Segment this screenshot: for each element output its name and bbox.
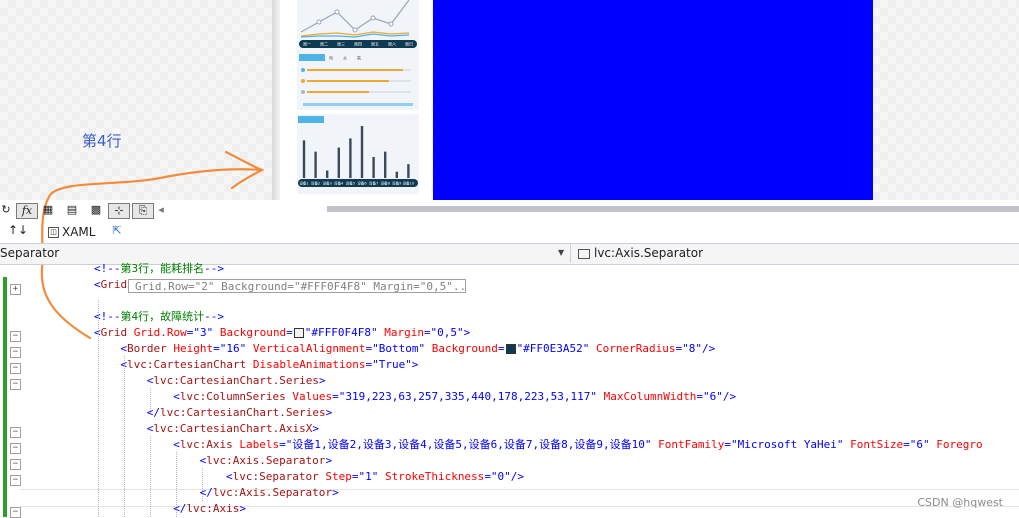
fold-toggle[interactable]: − — [10, 459, 21, 470]
code-line[interactable]: <lvc:CartesianChart.Series> — [147, 373, 326, 389]
code-token: Step — [318, 470, 352, 483]
code-token: Grid — [100, 326, 128, 339]
code-token: lvc:CartesianChart.Series — [153, 374, 319, 387]
code-token: < — [94, 278, 101, 291]
code-token: FontSize — [843, 438, 904, 451]
code-token: Height — [166, 342, 214, 355]
fold-toggle[interactable]: − — [10, 331, 21, 342]
code-token: > — [319, 374, 326, 387]
code-token: = — [497, 342, 505, 355]
code-token: lvc:CartesianChart.Series — [160, 406, 326, 419]
code-token: > — [325, 454, 333, 467]
code-token: 第4行，故障统计 — [120, 310, 205, 323]
code-token: ="设备1,设备2,设备3,设备4,设备5,设备6,设备7,设备8,设备9,设备… — [279, 438, 652, 451]
code-token: lvc:CartesianChart — [127, 358, 247, 371]
code-token: ="1" — [351, 470, 379, 483]
color-swatch — [293, 328, 304, 338]
code-token: > — [239, 502, 247, 515]
fold-toggle[interactable]: − — [10, 427, 21, 438]
code-token: DisableAnimations — [246, 358, 366, 371]
code-token: ="0"/> — [484, 470, 525, 483]
code-token: </ — [146, 406, 161, 419]
code-token: < — [173, 438, 180, 451]
code-token: > — [325, 406, 333, 419]
code-token: --> — [204, 310, 224, 323]
code-token: lvc:Axis.Separator — [212, 486, 333, 499]
indent-guide — [150, 436, 151, 517]
code-token: Background — [213, 326, 287, 339]
code-token: ="16" — [213, 342, 247, 355]
code-token: MaxColumnWidth — [597, 390, 697, 403]
indent-guide — [124, 356, 125, 517]
code-token: ="3" — [186, 326, 214, 339]
fold-toggle[interactable]: + — [10, 284, 21, 295]
code-token: Grid.Row — [127, 326, 187, 339]
code-token: < — [173, 390, 180, 403]
code-line[interactable]: <lvc:Axis Labels="设备1,设备2,设备3,设备4,设备5,设备… — [173, 437, 982, 453]
indent-guide — [98, 300, 99, 517]
code-token: lvc:Axis — [186, 502, 240, 515]
code-token: = — [286, 326, 293, 339]
code-token: Margin — [377, 326, 424, 339]
code-line[interactable]: <lvc:CartesianChart DisableAnimations="T… — [120, 357, 418, 373]
code-token: Labels — [232, 438, 280, 451]
code-line[interactable]: <lvc:Separator Step="1" StrokeThickness=… — [226, 469, 524, 485]
code-token: < — [226, 470, 233, 483]
code-line[interactable]: <lvc:Axis.Separator> — [200, 453, 332, 469]
code-token: StrokeThickness — [378, 470, 485, 483]
code-line[interactable]: <Grid — [94, 277, 127, 293]
code-token: <!-- — [94, 262, 121, 275]
watermark: CSDN @hqwest — [917, 496, 1003, 509]
code-line[interactable]: </lvc:Axis.Separator> — [200, 485, 339, 501]
code-token: Background — [425, 342, 498, 355]
code-token: lvc:Separator — [232, 470, 319, 483]
code-token: "#FF0E3A52" — [516, 342, 590, 355]
code-token: "#FFF0F4F8" — [304, 326, 378, 339]
code-token: VerticalAlignment — [246, 342, 366, 355]
code-token: ="Microsoft YaHei" — [724, 438, 844, 451]
fold-toggle[interactable]: − — [10, 363, 21, 374]
code-line[interactable]: <Grid Grid.Row="3" Background= "#FFF0F4F8… — [94, 325, 470, 341]
code-token: 第3行，能耗排名 — [120, 262, 205, 275]
code-token: --> — [204, 262, 224, 275]
code-token: ="6" — [903, 438, 930, 451]
code-token: ="True"> — [365, 358, 419, 371]
code-token: ="8"/> — [675, 342, 716, 355]
code-token: Grid — [100, 278, 128, 291]
code-token: lvc:ColumnSeries — [179, 390, 286, 403]
fold-toggle[interactable]: − — [10, 443, 21, 454]
code-token: Values — [285, 390, 333, 403]
code-token: CornerRadius — [589, 342, 676, 355]
code-token: ="6"/> — [696, 390, 737, 403]
code-token: lvc:Axis.Separator — [206, 454, 326, 467]
fold-toggle[interactable]: − — [10, 507, 21, 518]
code-token: ="Bottom" — [365, 342, 426, 355]
code-line[interactable]: </lvc:CartesianChart.Series> — [147, 405, 332, 421]
code-token: lvc:CartesianChart.AxisX — [153, 422, 313, 435]
code-token: > — [312, 422, 319, 435]
indent-guide — [202, 468, 203, 501]
code-line[interactable]: <!--第4行，故障统计--> — [94, 309, 224, 325]
code-line[interactable]: <Border Height="16" VerticalAlignment="B… — [120, 341, 715, 357]
indent-guide — [176, 452, 177, 517]
code-line[interactable]: <lvc:CartesianChart.AxisX> — [147, 421, 319, 437]
code-token: ="0,5"> — [423, 326, 471, 339]
code-token: > — [332, 486, 339, 499]
code-line[interactable]: </lvc:Axis> — [173, 501, 246, 517]
fold-toggle[interactable]: − — [10, 379, 21, 390]
code-token: FontFamily — [651, 438, 725, 451]
indent-guide — [150, 388, 151, 413]
code-token: lvc:Axis — [179, 438, 233, 451]
code-line[interactable]: <lvc:ColumnSeries Values="319,223,63,257… — [173, 389, 736, 405]
color-swatch — [505, 344, 516, 354]
code-token: Border — [127, 342, 167, 355]
code-token: Foregro — [929, 438, 983, 451]
collapsed-region[interactable]: Grid.Row="2" Background="#FFF0F4F8" Marg… — [128, 279, 466, 293]
fold-toggle[interactable]: − — [10, 347, 21, 358]
fold-toggle[interactable]: − — [10, 475, 21, 486]
code-editor[interactable]: <!--第3行，能耗排名--> <Grid <!--第4行，故障统计--> <Grid… — [0, 0, 1019, 518]
code-token: ="319,223,63,257,335,440,178,223,53,117" — [332, 390, 598, 403]
code-line[interactable]: <!--第3行，能耗排名--> — [94, 261, 224, 277]
